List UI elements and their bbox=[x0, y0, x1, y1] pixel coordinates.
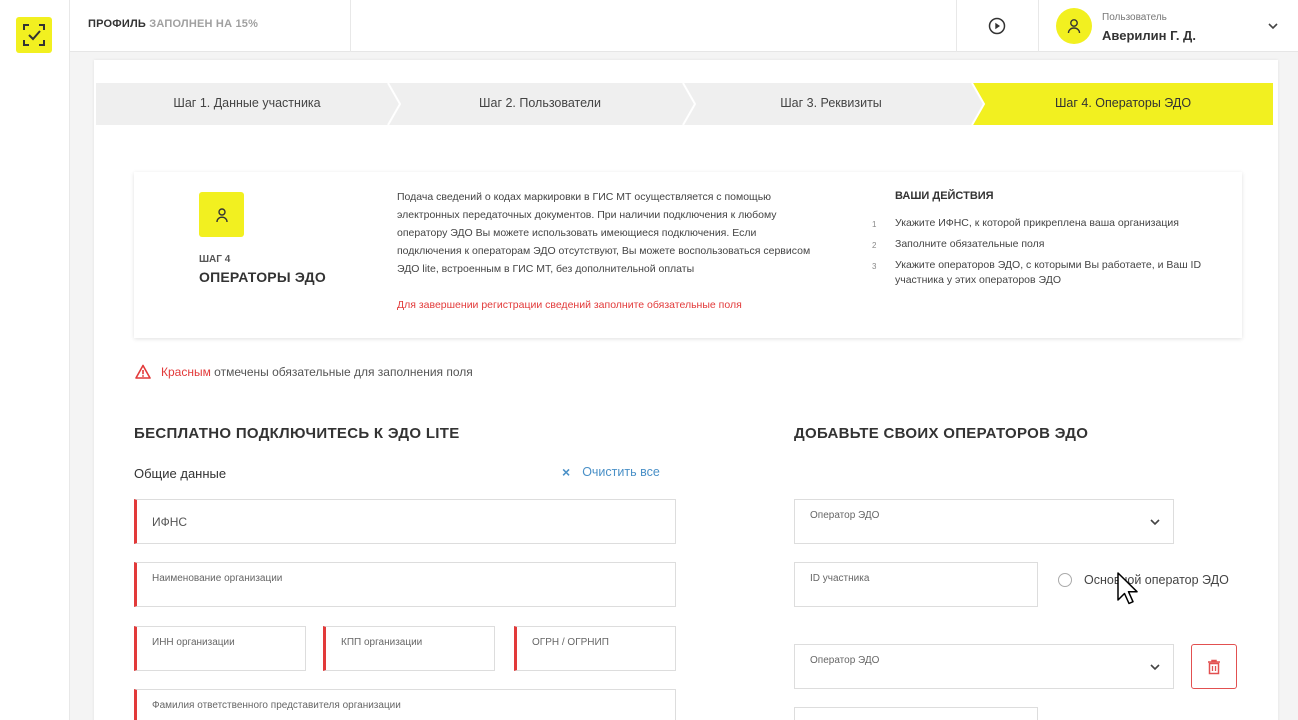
participant-id-label: ID участника bbox=[810, 573, 870, 584]
stepper: Шаг 1. Данные участника Шаг 2. Пользоват… bbox=[96, 83, 1273, 125]
main-operator-label: Основной оператор ЭДО bbox=[1084, 573, 1229, 587]
general-data-title: Общие данные bbox=[134, 466, 227, 481]
step-description: Подача сведений о кодах маркировки в ГИС… bbox=[397, 191, 811, 275]
step-4-label[interactable]: Шаг 4. Операторы ЭДО bbox=[1055, 96, 1191, 110]
completion-warning: Для завершении регистрации сведений запо… bbox=[397, 299, 742, 311]
list-item: 2 Заполните обязательные поля bbox=[872, 238, 1045, 250]
avatar[interactable] bbox=[1056, 8, 1092, 44]
chevron-down-icon bbox=[1150, 519, 1160, 526]
user-name: Аверилин Г. Д. bbox=[1102, 28, 1196, 43]
chevron-down-icon[interactable] bbox=[1266, 19, 1280, 33]
mouse-cursor-icon bbox=[1117, 572, 1138, 605]
profile-completion: ЗАПОЛНЕН НА 15% bbox=[149, 18, 259, 30]
step-icon bbox=[199, 192, 244, 237]
user-icon bbox=[1067, 19, 1081, 34]
inn-field[interactable]: ИНН организации bbox=[134, 626, 306, 671]
clear-all-button[interactable]: × Очистить все bbox=[562, 464, 660, 480]
list-item: 1 Укажите ИФНС, к которой прикреплена ваш… bbox=[872, 217, 1179, 229]
header-divider bbox=[1038, 0, 1039, 52]
main-operator-radio[interactable]: Основной оператор ЭДО bbox=[1058, 573, 1229, 587]
edo-lite-title: БЕСПЛАТНО ПОДКЛЮЧИТЕСЬ К ЭДО LITE bbox=[134, 425, 460, 442]
rep-surname-field[interactable]: Фамилия ответственного представителя орг… bbox=[134, 689, 676, 720]
inn-label: ИНН организации bbox=[152, 637, 235, 648]
step-title: ОПЕРАТОРЫ ЭДО bbox=[199, 269, 326, 285]
step-info-panel: ШАГ 4 ОПЕРАТОРЫ ЭДО Подача сведений о ко… bbox=[134, 172, 1242, 338]
scan-logo-icon bbox=[23, 24, 45, 46]
radio-button[interactable] bbox=[1058, 573, 1072, 587]
close-icon: × bbox=[562, 464, 571, 480]
profile-label: ПРОФИЛЬ bbox=[88, 18, 146, 30]
required-notice: Красным отмечены обязательные для заполн… bbox=[135, 364, 473, 380]
header-divider bbox=[956, 0, 957, 52]
kpp-label: КПП организации bbox=[341, 637, 423, 648]
participant-id-field-1[interactable]: ID участника bbox=[794, 562, 1038, 607]
profile-status: ПРОФИЛЬ ЗАПОЛНЕН НА 15% bbox=[88, 18, 258, 30]
kpp-field[interactable]: КПП организации bbox=[323, 626, 495, 671]
header-divider bbox=[350, 0, 351, 52]
list-item: 3 Укажите операторов ЭДО, с которыми Вы р… bbox=[872, 259, 1202, 286]
actions-list: 1 Укажите ИФНС, к которой прикреплена ваш… bbox=[872, 216, 1212, 294]
step-1-label[interactable]: Шаг 1. Данные участника bbox=[173, 96, 320, 110]
participant-id-field-2[interactable] bbox=[794, 707, 1038, 720]
org-name-label: Наименование организации bbox=[152, 573, 283, 584]
logo[interactable] bbox=[16, 17, 52, 53]
actions-title: ВАШИ ДЕЙСТВИЯ bbox=[895, 190, 994, 202]
top-header: ПРОФИЛЬ ЗАПОЛНЕН НА 15% Пользователь Аве… bbox=[70, 0, 1298, 52]
operator-label: Оператор ЭДО bbox=[810, 510, 880, 521]
sidebar bbox=[0, 0, 70, 720]
ifns-label: ИФНС bbox=[152, 515, 188, 529]
step-2-label[interactable]: Шаг 2. Пользователи bbox=[479, 96, 601, 110]
operator-label: Оператор ЭДО bbox=[810, 655, 880, 666]
step-3-label[interactable]: Шаг 3. Реквизиты bbox=[780, 96, 882, 110]
operator-select-2[interactable]: Оператор ЭДО bbox=[794, 644, 1174, 689]
play-icon[interactable] bbox=[988, 17, 1006, 35]
chevron-down-icon bbox=[1150, 664, 1160, 671]
delete-operator-button[interactable] bbox=[1191, 644, 1237, 689]
rep-surname-label: Фамилия ответственного представителя орг… bbox=[152, 700, 401, 711]
ogrn-field[interactable]: ОГРН / ОГРНИП bbox=[514, 626, 676, 671]
user-icon bbox=[215, 207, 228, 222]
clear-all-label: Очистить все bbox=[582, 465, 660, 479]
main-card bbox=[94, 60, 1278, 720]
add-operators-title: ДОБАВЬТЕ СВОИХ ОПЕРАТОРОВ ЭДО bbox=[794, 425, 1089, 442]
operator-select-1[interactable]: Оператор ЭДО bbox=[794, 499, 1174, 544]
trash-icon bbox=[1208, 659, 1220, 674]
ifns-field[interactable]: ИФНС bbox=[134, 499, 676, 544]
step-number: ШАГ 4 bbox=[199, 254, 231, 265]
user-role: Пользователь bbox=[1102, 12, 1167, 23]
ogrn-label: ОГРН / ОГРНИП bbox=[532, 637, 609, 648]
warning-icon bbox=[135, 364, 151, 379]
notice-text: Красным отмечены обязательные для заполн… bbox=[161, 365, 473, 379]
org-name-field[interactable]: Наименование организации bbox=[134, 562, 676, 607]
